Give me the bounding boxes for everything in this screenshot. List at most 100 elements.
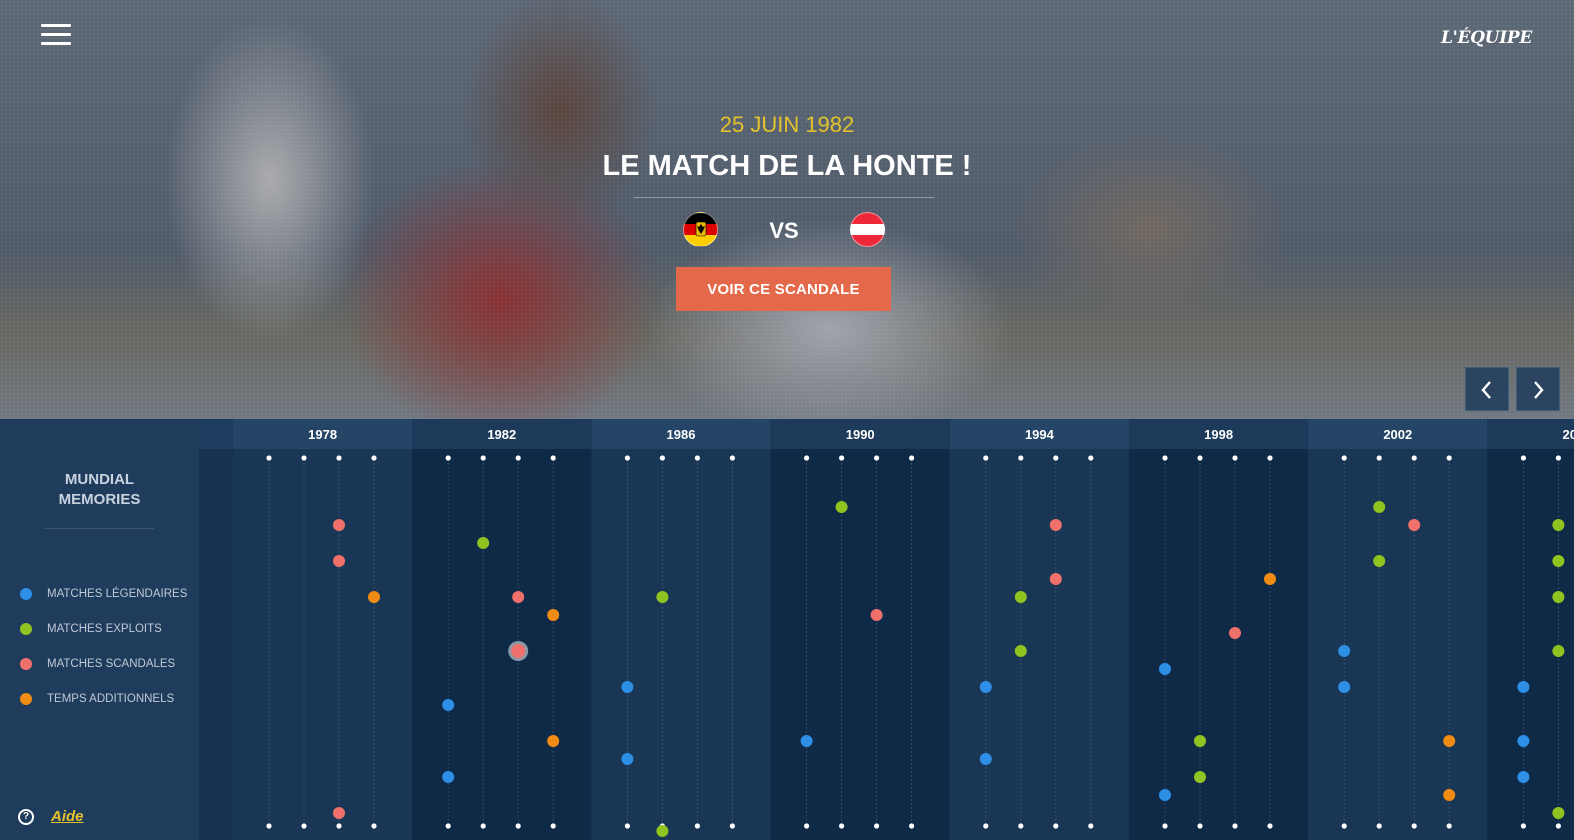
match-dot-legendaire[interactable] bbox=[1159, 663, 1171, 675]
legend-item-scandales[interactable]: MATCHES SCANDALES bbox=[20, 658, 175, 670]
legend-item-exploits[interactable]: MATCHES EXPLOITS bbox=[20, 623, 162, 635]
track-marker-top bbox=[1341, 455, 1347, 461]
track-marker-bottom bbox=[1018, 823, 1024, 829]
match-dot-legendaire[interactable] bbox=[1338, 645, 1351, 657]
brand-logo[interactable]: L'ÉQUIPE bbox=[1441, 28, 1532, 48]
match-dot-exploit[interactable] bbox=[1552, 519, 1565, 531]
match-dot-scandale[interactable] bbox=[333, 807, 345, 819]
track-marker-bottom bbox=[1197, 823, 1203, 829]
year-column[interactable] bbox=[949, 419, 1129, 840]
match-dot-exploit[interactable] bbox=[1552, 645, 1565, 657]
track-marker-top bbox=[1520, 455, 1526, 461]
year-label[interactable]: 1986 bbox=[667, 427, 696, 442]
match-dot-selected[interactable] bbox=[511, 644, 526, 658]
year-header[interactable] bbox=[1487, 419, 1574, 449]
match-date: 25 JUIN 1982 bbox=[719, 112, 855, 137]
year-column[interactable] bbox=[770, 419, 950, 840]
track-marker-bottom bbox=[1232, 823, 1238, 829]
match-dot-scandale[interactable] bbox=[333, 519, 345, 531]
track-marker-bottom bbox=[839, 823, 845, 829]
track-marker-top bbox=[659, 455, 665, 461]
match-dot-legendaire[interactable] bbox=[1517, 771, 1530, 783]
year-column[interactable] bbox=[591, 419, 771, 840]
track-marker-bottom bbox=[1555, 823, 1561, 829]
legend-item-additionnels[interactable]: TEMPS ADDITIONNELS bbox=[20, 693, 174, 705]
year-label[interactable]: 1990 bbox=[846, 427, 875, 442]
year-column[interactable] bbox=[1487, 419, 1574, 840]
legend-label: MATCHES SCANDALES bbox=[47, 658, 176, 670]
match-dot-legendaire[interactable] bbox=[442, 699, 455, 711]
track-marker-bottom bbox=[983, 823, 989, 829]
next-slide-button[interactable] bbox=[1516, 367, 1560, 411]
track-marker-top bbox=[266, 455, 272, 461]
match-dot-legendaire[interactable] bbox=[1517, 681, 1530, 693]
match-dot-scandale[interactable] bbox=[1229, 627, 1241, 639]
year-label[interactable]: 1998 bbox=[1204, 427, 1233, 442]
legend-dot-blue bbox=[20, 588, 32, 600]
match-dot-legendaire[interactable] bbox=[800, 735, 813, 747]
track-marker-top bbox=[550, 455, 556, 461]
match-dot-legendaire[interactable] bbox=[621, 753, 634, 765]
question-icon: ? bbox=[18, 808, 34, 825]
year-label[interactable]: 1982 bbox=[487, 427, 516, 442]
match-dot-exploit[interactable] bbox=[1194, 735, 1206, 747]
year-column[interactable] bbox=[233, 419, 413, 840]
legend-item-legendaires[interactable]: MATCHES LÉGENDAIRES bbox=[20, 588, 187, 600]
year-label[interactable]: 1978 bbox=[308, 427, 337, 442]
track-marker-top bbox=[301, 455, 307, 461]
previous-slide-button[interactable] bbox=[1465, 367, 1509, 411]
match-dot-legendaire[interactable] bbox=[621, 681, 634, 693]
help-link[interactable]: ? Aide bbox=[18, 808, 84, 825]
match-dot-exploit[interactable] bbox=[477, 537, 490, 549]
hamburger-menu-icon[interactable] bbox=[41, 24, 71, 46]
year-column[interactable] bbox=[1308, 419, 1488, 840]
match-dot-legendaire[interactable] bbox=[442, 771, 455, 783]
track-marker-top bbox=[1267, 455, 1273, 461]
year-label[interactable]: 1994 bbox=[1025, 427, 1055, 442]
track-marker-bottom bbox=[694, 823, 700, 829]
match-dot-scandale[interactable] bbox=[1408, 519, 1421, 531]
match-dot-exploit[interactable] bbox=[656, 591, 669, 603]
track-marker-bottom bbox=[515, 823, 521, 829]
match-dot-legendaire[interactable] bbox=[1338, 681, 1351, 693]
match-dot-additionnel[interactable] bbox=[547, 609, 560, 621]
match-dot-additionnel[interactable] bbox=[1264, 573, 1276, 585]
match-dot-scandale[interactable] bbox=[512, 591, 525, 603]
track-marker-top bbox=[1162, 455, 1168, 461]
match-dot-additionnel[interactable] bbox=[1443, 789, 1456, 801]
match-dot-exploit[interactable] bbox=[656, 825, 669, 837]
match-dot-additionnel[interactable] bbox=[368, 591, 380, 603]
match-dot-exploit[interactable] bbox=[1014, 645, 1027, 657]
match-dot-legendaire[interactable] bbox=[1517, 735, 1530, 747]
match-dot-exploit[interactable] bbox=[1194, 771, 1206, 783]
track-marker-bottom bbox=[1341, 823, 1347, 829]
match-dot-scandale[interactable] bbox=[870, 609, 883, 621]
austria-flag-icon bbox=[850, 212, 885, 247]
year-column[interactable] bbox=[1129, 419, 1309, 840]
match-dot-exploit[interactable] bbox=[1552, 807, 1565, 819]
year-label[interactable]: 2006 bbox=[1563, 427, 1574, 442]
year-label[interactable]: 2002 bbox=[1383, 427, 1412, 442]
match-dot-scandale[interactable] bbox=[1049, 519, 1062, 531]
watch-scandal-button[interactable]: VOIR CE SCANDALE bbox=[676, 267, 891, 311]
track-marker-bottom bbox=[1520, 823, 1526, 829]
match-dot-legendaire[interactable] bbox=[1159, 789, 1171, 801]
track-marker-bottom bbox=[1088, 823, 1094, 829]
match-dot-exploit[interactable] bbox=[1552, 591, 1565, 603]
germany-flag-icon bbox=[683, 212, 718, 247]
match-dot-scandale[interactable] bbox=[333, 555, 345, 567]
match-dot-exploit[interactable] bbox=[835, 501, 848, 513]
match-dot-additionnel[interactable] bbox=[547, 735, 560, 747]
match-dot-legendaire[interactable] bbox=[979, 681, 992, 693]
hero-banner: L'ÉQUIPE 25 JUIN 1982 LE MATCH DE LA HON… bbox=[0, 0, 1574, 419]
match-dot-scandale[interactable] bbox=[1049, 573, 1062, 585]
match-dot-exploit[interactable] bbox=[1373, 501, 1386, 513]
match-dot-additionnel[interactable] bbox=[1443, 735, 1456, 747]
year-column[interactable] bbox=[412, 419, 592, 840]
match-dot-legendaire[interactable] bbox=[979, 753, 992, 765]
match-dot-exploit[interactable] bbox=[1552, 555, 1565, 567]
match-dot-exploit[interactable] bbox=[1014, 591, 1027, 603]
track-marker-top bbox=[1197, 455, 1203, 461]
track-marker-bottom bbox=[1053, 823, 1059, 829]
match-dot-exploit[interactable] bbox=[1373, 555, 1386, 567]
